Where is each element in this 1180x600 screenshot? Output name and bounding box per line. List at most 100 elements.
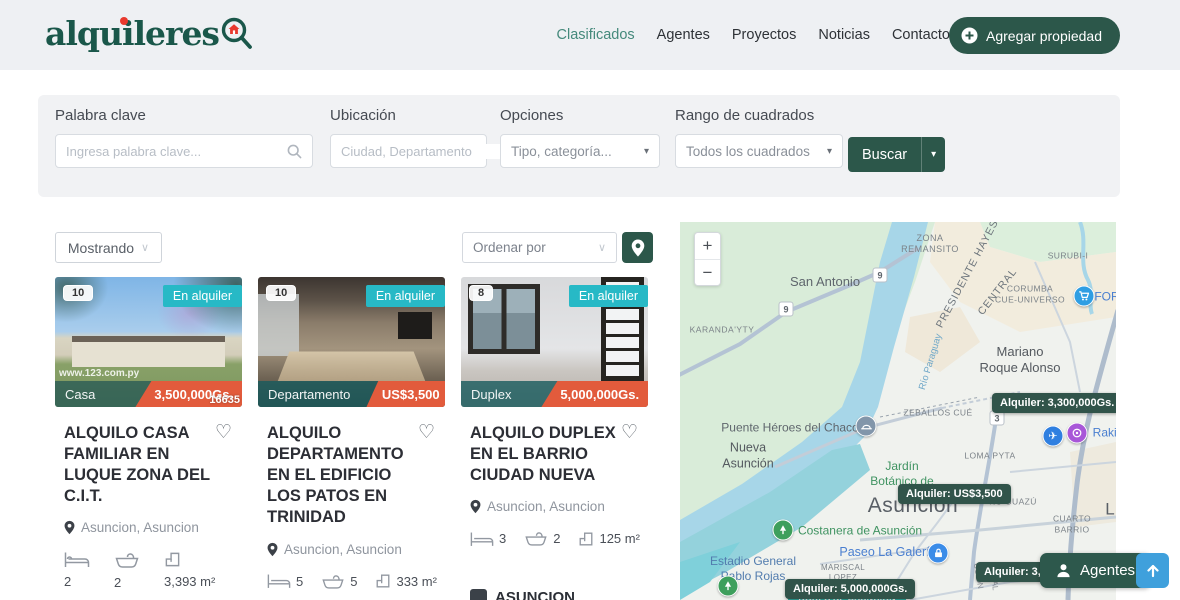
sort-dropdown[interactable]: Ordenar por ∨ — [462, 232, 617, 263]
location-pin-icon — [470, 499, 481, 514]
showing-dropdown[interactable]: Mostrando ∨ — [55, 232, 162, 263]
airport-poi-icon[interactable]: ✈ — [1043, 426, 1064, 447]
map-pin-icon — [631, 239, 645, 257]
brand-name: alquileres — [45, 14, 219, 53]
listing-location: Asuncion, Asuncion — [64, 520, 238, 535]
options-select[interactable]: Tipo, categoría... ▾ — [500, 134, 660, 168]
map[interactable]: ZONA REMANSITOSan AntonioKARANDA'YTYPRES… — [680, 222, 1116, 600]
category-label: Duplex — [461, 387, 511, 402]
bath-icon — [114, 551, 140, 569]
header: alquileres Clasificados Agentes Proyecto… — [0, 0, 1180, 70]
shopping-cart-poi-icon[interactable] — [1074, 286, 1095, 307]
window-shape — [258, 294, 299, 356]
showing-label: Mostrando — [68, 240, 134, 256]
area-feature: 3,393 m² — [164, 551, 215, 590]
chevron-down-icon: ▾ — [922, 149, 945, 160]
beds-value: 5 — [296, 574, 303, 589]
beds-value: 2 — [64, 574, 71, 589]
floorplan-icon — [164, 551, 181, 568]
main-nav: Clasificados Agentes Proyectos Noticias … — [557, 0, 951, 70]
features: 3 2 125 m² — [470, 530, 644, 547]
card-body: ALQUILO DEPARTAMENTO EN EL EDIFICIO LOS … — [258, 407, 445, 600]
floorplan-icon — [375, 573, 391, 589]
listing-title[interactable]: ALQUILO DUPLEX EN EL BARRIO CIUDAD NUEVA — [470, 423, 622, 486]
keyword-input[interactable] — [66, 144, 287, 159]
page: alquileres Clasificados Agentes Proyecto… — [0, 0, 1180, 600]
favorite-heart-icon[interactable]: ♡ — [418, 421, 435, 443]
chevron-down-icon: ∨ — [598, 241, 606, 254]
chevron-down-icon: ▾ — [827, 146, 832, 157]
property-photo: www.123.com.py 10 En alquiler Casa 3,500… — [55, 277, 242, 407]
tv-shape — [398, 312, 432, 339]
bridge-poi-icon[interactable] — [856, 416, 877, 437]
zoom-in-button[interactable]: + — [695, 233, 720, 259]
range-label: Rango de cuadrados — [675, 107, 843, 124]
beds-feature: 2 — [64, 551, 90, 590]
nav-proyectos[interactable]: Proyectos — [732, 27, 796, 43]
listing-card[interactable]: 10 En alquiler Departamento US$3,500 ALQ… — [258, 277, 445, 600]
nav-clasificados[interactable]: Clasificados — [557, 27, 635, 43]
baths-feature: 2 — [114, 551, 140, 590]
map-zoom-control: + − — [694, 232, 721, 286]
park-poi-icon[interactable] — [773, 520, 794, 541]
magnifier-house-icon — [220, 16, 254, 52]
category-price-strip: Duplex 5,000,000Gs. — [461, 381, 648, 407]
location-label: Ubicación — [330, 107, 487, 124]
location-pin-icon — [267, 542, 278, 557]
bed-icon — [470, 531, 494, 547]
location-input[interactable] — [341, 144, 517, 159]
map-price-marker[interactable]: Alquiler: US$3,500 — [898, 484, 1011, 504]
listing-location: Asuncion, Asuncion — [470, 499, 644, 514]
keyword-box — [55, 134, 313, 168]
map-price-marker[interactable]: Alquiler: 3,300,000Gs. — [992, 393, 1116, 413]
nav-noticias[interactable]: Noticias — [818, 27, 870, 43]
options-field-group: Opciones Tipo, categoría... ▾ — [500, 107, 660, 168]
add-property-button[interactable]: Agregar propiedad — [949, 17, 1120, 54]
park-poi-icon[interactable] — [718, 576, 739, 597]
chevron-down-icon: ∨ — [141, 241, 149, 254]
category-price-strip: Departamento US$3,500 — [258, 381, 445, 407]
rakiu-poi-icon[interactable] — [1067, 423, 1088, 444]
area-value: 125 m² — [599, 531, 639, 546]
mall-poi-icon[interactable] — [928, 543, 949, 564]
listing-card[interactable]: 8 En alquiler Duplex 5,000,000Gs. ALQUIL… — [461, 277, 648, 600]
price-ribbon: 5,000,000Gs. — [541, 381, 648, 407]
route-shield: 9 — [873, 268, 888, 283]
beds-value: 3 — [499, 531, 506, 546]
card-body: ALQUILO CASA FAMILIAR EN LUQUE ZONA DEL … — [55, 407, 242, 590]
favorite-heart-icon[interactable]: ♡ — [621, 421, 638, 443]
property-photo: 10 En alquiler Departamento US$3,500 — [258, 277, 445, 407]
building-link[interactable]: ASUNCION — [470, 589, 644, 600]
map-price-marker[interactable]: Alquiler: 5,000,000Gs. — [785, 579, 915, 599]
listing-title[interactable]: ALQUILO DEPARTAMENTO EN EL EDIFICIO LOS … — [267, 423, 419, 529]
nav-agentes[interactable]: Agentes — [657, 27, 710, 43]
bed-icon — [64, 551, 90, 568]
category-label: Departamento — [258, 387, 350, 402]
status-badge: En alquiler — [163, 285, 242, 307]
bath-icon — [321, 573, 345, 590]
search-button[interactable]: Buscar ▾ — [848, 137, 945, 172]
favorite-heart-icon[interactable]: ♡ — [215, 421, 232, 443]
building-logo — [470, 589, 487, 600]
person-icon — [1056, 563, 1071, 578]
location-text: Asuncion, Asuncion — [487, 499, 605, 514]
beds-feature: 3 — [470, 531, 506, 547]
nav-contacto[interactable]: Contacto — [892, 27, 950, 43]
listing-card[interactable]: www.123.com.py 10 En alquiler Casa 3,500… — [55, 277, 242, 590]
photo-count-badge: 8 — [469, 285, 493, 301]
category-label: Casa — [55, 387, 95, 402]
baths-feature: 2 — [524, 530, 560, 547]
scroll-top-button[interactable] — [1136, 553, 1169, 588]
location-pin-icon — [64, 520, 75, 535]
area-feature: 333 m² — [375, 573, 436, 589]
map-view-button[interactable] — [622, 232, 653, 263]
baths-value: 5 — [350, 574, 357, 589]
options-label: Opciones — [500, 107, 660, 124]
brand-logo[interactable]: alquileres — [45, 14, 254, 53]
agents-floating-button[interactable]: Agentes — [1040, 553, 1151, 588]
listing-title[interactable]: ALQUILO CASA FAMILIAR EN LUQUE ZONA DEL … — [64, 423, 216, 507]
building-name: ASUNCION — [495, 589, 575, 600]
table-shape — [278, 352, 425, 382]
range-select[interactable]: Todos los cuadrados ▾ — [675, 134, 843, 168]
zoom-out-button[interactable]: − — [695, 259, 720, 285]
